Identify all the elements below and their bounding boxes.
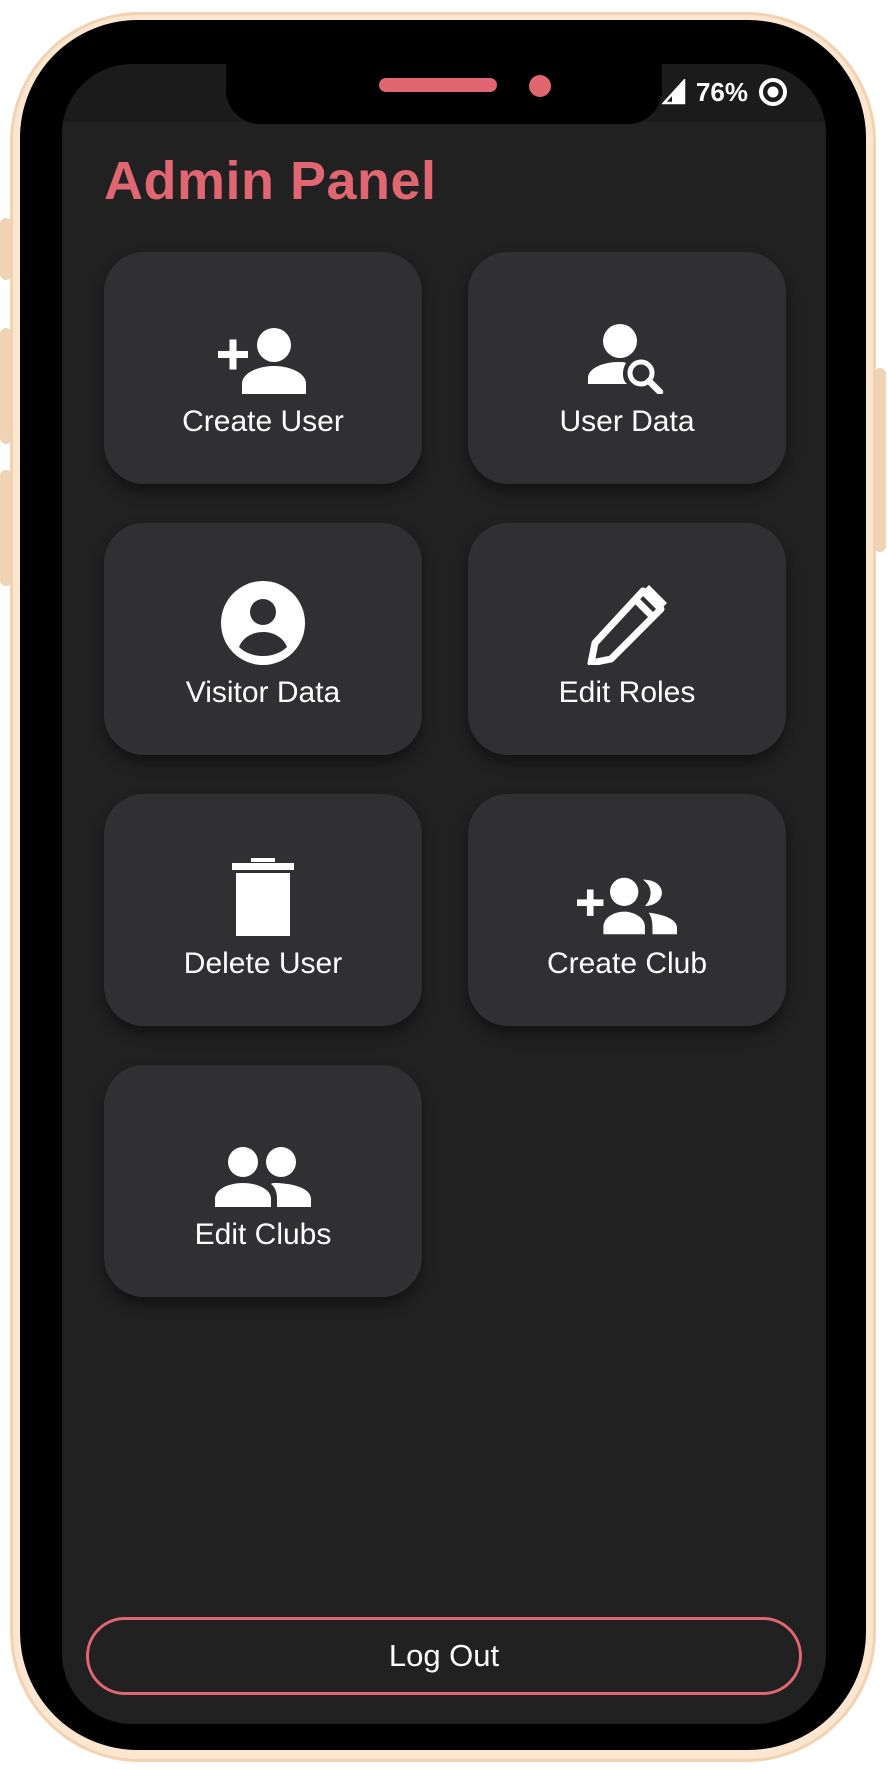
- battery-saver-icon: [758, 77, 788, 107]
- admin-actions-grid: Create User User Data Visitor Data Edit …: [104, 252, 786, 1297]
- add-group-icon: [577, 852, 677, 936]
- trash-icon: [213, 852, 313, 936]
- create-user-label: Create User: [182, 405, 344, 438]
- group-icon: [213, 1123, 313, 1207]
- visitor-data-tile[interactable]: Visitor Data: [104, 523, 422, 755]
- phone-side-button-left-2: [0, 328, 12, 444]
- add-user-icon: [213, 310, 313, 394]
- speaker-grille: [379, 78, 497, 92]
- create-user-tile[interactable]: Create User: [104, 252, 422, 484]
- signal-icon: [661, 79, 686, 105]
- camera-notch: [226, 64, 662, 124]
- create-club-label: Create Club: [546, 947, 708, 980]
- edit-clubs-label: Edit Clubs: [194, 1218, 332, 1251]
- battery-percentage: 76%: [695, 76, 748, 107]
- pencil-icon: [577, 581, 677, 665]
- status-indicators: 76%: [661, 74, 788, 110]
- front-camera: [529, 75, 551, 97]
- visitor-data-label: Visitor Data: [185, 676, 341, 709]
- account-circle-icon: [213, 581, 313, 665]
- delete-user-tile[interactable]: Delete User: [104, 794, 422, 1026]
- phone-screen: 76% Admin Panel Create User User Data Vi…: [62, 64, 826, 1724]
- page-title: Admin Panel: [104, 151, 437, 211]
- user-data-label: User Data: [559, 405, 695, 438]
- logout-button[interactable]: Log Out: [86, 1617, 802, 1695]
- phone-side-button-right: [874, 368, 886, 552]
- phone-side-button-left-1: [0, 218, 12, 280]
- user-data-tile[interactable]: User Data: [468, 252, 786, 484]
- user-search-icon: [577, 310, 677, 394]
- edit-clubs-tile[interactable]: Edit Clubs: [104, 1065, 422, 1297]
- edit-roles-label: Edit Roles: [558, 676, 696, 709]
- phone-side-button-left-3: [0, 470, 12, 586]
- edit-roles-tile[interactable]: Edit Roles: [468, 523, 786, 755]
- create-club-tile[interactable]: Create Club: [468, 794, 786, 1026]
- delete-user-label: Delete User: [183, 947, 343, 980]
